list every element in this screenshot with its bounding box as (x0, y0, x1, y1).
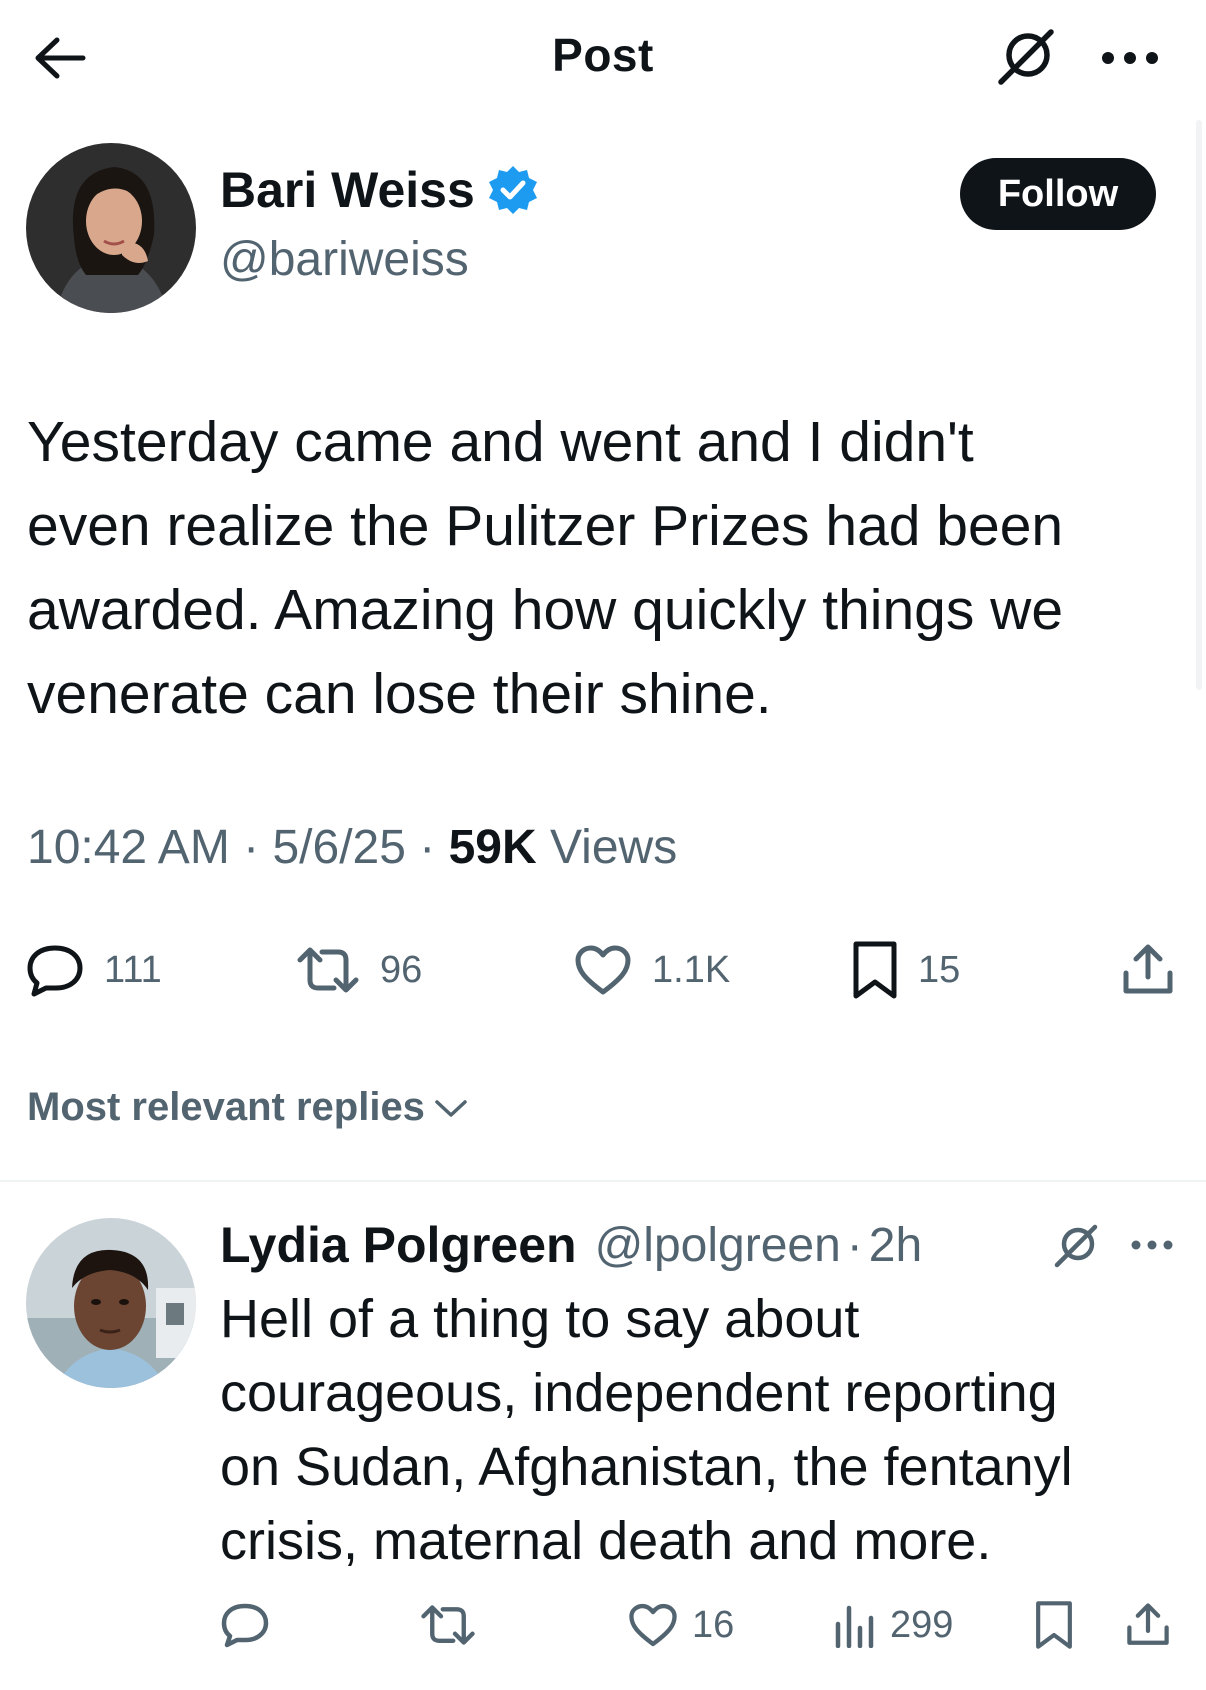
reply-like-count: 16 (692, 1603, 735, 1646)
post-text: Yesterday came and went and I didn't eve… (27, 400, 1187, 736)
reply-author-avatar[interactable] (26, 1218, 196, 1388)
share-icon (1127, 1603, 1169, 1645)
replies-sort-dropdown[interactable]: Most relevant replies (27, 1085, 469, 1130)
sort-label: Most relevant replies (27, 1085, 425, 1129)
reply-icon (27, 945, 83, 997)
post-action-bar: 111 96 1.1K 15 (0, 930, 1206, 1010)
reply-author-handle[interactable]: @lpolgreen (595, 1218, 841, 1273)
top-bar: Post (0, 0, 1206, 120)
meta-separator: · (419, 821, 436, 874)
reply-text-line: on Sudan, Afghanistan, the fentanyl (220, 1437, 1073, 1497)
views-count: 59K (448, 821, 537, 874)
more-horizontal-icon (1131, 1240, 1173, 1250)
grok-button[interactable] (990, 24, 1062, 90)
meta-separator: · (243, 821, 260, 874)
reply-share-button[interactable] (1126, 1590, 1170, 1660)
reply-like-button[interactable]: 16 (628, 1590, 734, 1660)
follow-button[interactable]: Follow (960, 158, 1156, 230)
post-metadata: 10:42 AM · 5/6/25 · 59K Views (27, 820, 677, 875)
post-time[interactable]: 10:42 AM (27, 821, 230, 874)
bookmark-icon (853, 941, 897, 999)
reply-action-bar: 16 299 (0, 1590, 1206, 1660)
share-button[interactable] (1122, 930, 1174, 1010)
reply-repost-button[interactable] (420, 1590, 476, 1660)
heart-icon (629, 1603, 677, 1647)
more-options-button[interactable] (1090, 30, 1170, 86)
reply-author-photo (26, 1218, 196, 1388)
author-name-row: Bari Weiss (220, 160, 539, 220)
grok-icon (1054, 1224, 1098, 1268)
repost-button[interactable]: 96 (296, 930, 422, 1010)
reply-count: 111 (104, 948, 162, 991)
reply-text-line: Hell of a thing to say about (220, 1289, 860, 1349)
scrollbar[interactable] (1196, 120, 1202, 690)
bookmark-icon (1036, 1601, 1072, 1649)
reply-reply-button[interactable] (220, 1590, 270, 1660)
repost-icon (297, 947, 359, 993)
reply-header: Lydia Polgreen @lpolgreen · 2h (220, 1212, 922, 1278)
bookmark-button[interactable]: 15 (852, 930, 960, 1010)
author-name[interactable]: Bari Weiss (220, 161, 475, 219)
post-text-line: venerate can lose their shine. (27, 662, 772, 726)
like-count: 1.1K (652, 948, 731, 991)
like-button[interactable]: 1.1K (574, 930, 730, 1010)
reply-grok-button[interactable] (1046, 1218, 1106, 1274)
analytics-icon (835, 1605, 874, 1648)
heart-icon (575, 945, 631, 995)
reply-button[interactable]: 111 (26, 930, 162, 1010)
post-text-line: awarded. Amazing how quickly things we (27, 578, 1064, 642)
section-divider (0, 1180, 1206, 1182)
author-photo (26, 143, 196, 313)
reply-views-button[interactable]: 299 (832, 1590, 953, 1660)
reply-text: Hell of a thing to say about courageous,… (220, 1282, 1180, 1578)
reply-more-button[interactable] (1122, 1220, 1182, 1270)
reply-bookmark-button[interactable] (1034, 1590, 1074, 1660)
reply-text-line: crisis, maternal death and more. (220, 1511, 992, 1571)
author-avatar[interactable] (26, 143, 196, 313)
repost-icon (421, 1605, 475, 1645)
bookmark-count: 15 (918, 948, 961, 991)
post-text-line: even realize the Pulitzer Prizes had bee… (27, 494, 1064, 558)
grok-icon (998, 29, 1054, 85)
repost-count: 96 (380, 948, 423, 991)
reply-icon (221, 1603, 269, 1648)
verified-badge-icon (487, 164, 539, 216)
reply-text-line: courageous, independent reporting (220, 1363, 1058, 1423)
post-date[interactable]: 5/6/25 (272, 821, 405, 874)
more-horizontal-icon (1102, 52, 1158, 64)
reply-author-name[interactable]: Lydia Polgreen (220, 1216, 577, 1274)
post-text-line: Yesterday came and went and I didn't (27, 410, 974, 474)
reply-time[interactable]: 2h (869, 1218, 922, 1273)
chevron-down-icon (435, 1099, 467, 1117)
reply-separator: · (846, 1218, 863, 1272)
author-handle[interactable]: @bariweiss (220, 232, 469, 287)
share-icon (1123, 944, 1173, 994)
reply-views-count: 299 (890, 1603, 954, 1646)
views-label: Views (550, 821, 678, 874)
